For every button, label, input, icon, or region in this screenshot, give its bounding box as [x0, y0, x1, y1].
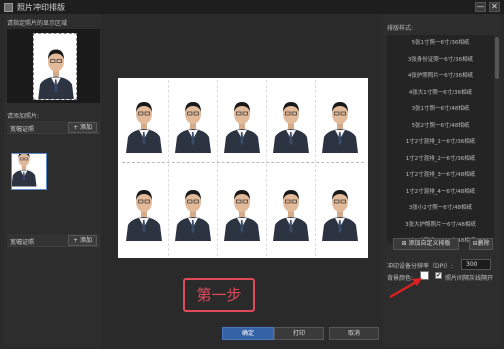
- photo-cell: [269, 175, 313, 241]
- gap-line-label: 照片间隔灰线隔开: [445, 275, 494, 282]
- resolution-label: 冲印设备分辨率（DPI）:: [387, 263, 454, 270]
- minimize-button[interactable]: —: [475, 2, 486, 12]
- print-sheet-preview: [118, 78, 368, 258]
- layout-item[interactable]: 1寸2寸混排_4一6寸/48相纸: [387, 184, 494, 201]
- cut-line: [122, 162, 364, 163]
- layout-item[interactable]: 1寸2寸混排_3一6寸/48相纸: [387, 167, 494, 184]
- layout-style-list[interactable]: 5张1寸照一6寸/36相纸 3张身份证照一6寸/36相纸 4张护照照片一6寸/3…: [387, 35, 494, 243]
- dpi-input[interactable]: 300: [461, 259, 491, 270]
- add-photo-button[interactable]: + 添加: [68, 122, 97, 133]
- step-one-annotation: 第一步: [183, 278, 255, 312]
- photo-cell: [220, 87, 264, 153]
- layout-item[interactable]: 4张大1寸照一6寸/36相纸: [387, 85, 494, 102]
- layout-item[interactable]: 3张1寸照一6寸/48相纸: [387, 101, 494, 118]
- photo-cell: [122, 87, 166, 153]
- photo-cell: [318, 87, 362, 153]
- section-name: 宽幅证照: [10, 126, 35, 133]
- add-photo-label: 请添加照片:: [7, 113, 40, 120]
- layout-item[interactable]: 3张身份证照一6寸/36相纸: [387, 52, 494, 69]
- photo-crop-preview[interactable]: [7, 29, 100, 103]
- gap-line-checkbox[interactable]: ✔: [435, 272, 442, 279]
- preview-label: 请指定照片的显示区域: [7, 20, 68, 27]
- close-button[interactable]: ✕: [489, 2, 500, 12]
- layout-item[interactable]: 3张大护照照片一6寸/48相纸: [387, 217, 494, 234]
- photo-cell: [171, 87, 215, 153]
- photo-cell: [171, 175, 215, 241]
- portrait-image: [34, 34, 77, 100]
- left-panel: 请指定照片的显示区域 请添加照片: 宽幅证照 + 添加 宽幅证照 + 添加: [4, 14, 101, 347]
- cancel-button[interactable]: 取消: [329, 327, 379, 340]
- list-scrollbar[interactable]: [495, 37, 499, 79]
- add-custom-layout-button[interactable]: ⊞ 添加自定义排版: [393, 238, 459, 250]
- add-photo-button[interactable]: + 添加: [68, 235, 97, 246]
- window-title: 照片冲印排版: [17, 2, 65, 12]
- ok-button[interactable]: 确定: [222, 327, 274, 340]
- section-header-2: 宽幅证照 + 添加: [7, 234, 100, 247]
- layout-style-label: 排版样式:: [387, 25, 414, 32]
- photo-cell: [122, 175, 166, 241]
- red-arrow-annotation: [389, 278, 422, 298]
- print-button[interactable]: 打印: [274, 327, 324, 340]
- cut-line: [217, 80, 218, 256]
- cut-line: [266, 80, 267, 256]
- cut-line: [315, 80, 316, 256]
- photo-cell: [220, 175, 264, 241]
- section-name: 宽幅证照: [10, 239, 35, 246]
- cut-line: [168, 80, 169, 256]
- thumbnail-image: [12, 154, 46, 189]
- layout-item[interactable]: 5张2寸照一6寸/48相纸: [387, 118, 494, 135]
- delete-layout-button[interactable]: ⊟删除: [469, 238, 493, 250]
- layout-item[interactable]: 1寸2寸混排_2一6寸/36相纸: [387, 151, 494, 168]
- section-header-1: 宽幅证照 + 添加: [7, 121, 100, 134]
- photo-cell: [269, 87, 313, 153]
- photo-thumbnail[interactable]: [11, 153, 47, 190]
- layout-item[interactable]: 5张1寸照一6寸/36相纸: [387, 35, 494, 52]
- app-window: 照片冲印排版 — ✕ 请指定照片的显示区域 请添加照片: 宽幅证照 + 添加 宽…: [0, 0, 504, 349]
- app-icon: [4, 2, 13, 12]
- layout-item[interactable]: 1寸2寸混排_1一6寸/36相纸: [387, 134, 494, 151]
- photo-cell: [318, 175, 362, 241]
- center-panel: 第一步 确定 打印 取消: [103, 14, 381, 347]
- title-bar: 照片冲印排版 — ✕: [0, 0, 504, 14]
- layout-item[interactable]: 4张护照照片一6寸/36相纸: [387, 68, 494, 85]
- crop-area[interactable]: [33, 33, 77, 100]
- layout-item[interactable]: 3张小2寸照一6寸/48相纸: [387, 200, 494, 217]
